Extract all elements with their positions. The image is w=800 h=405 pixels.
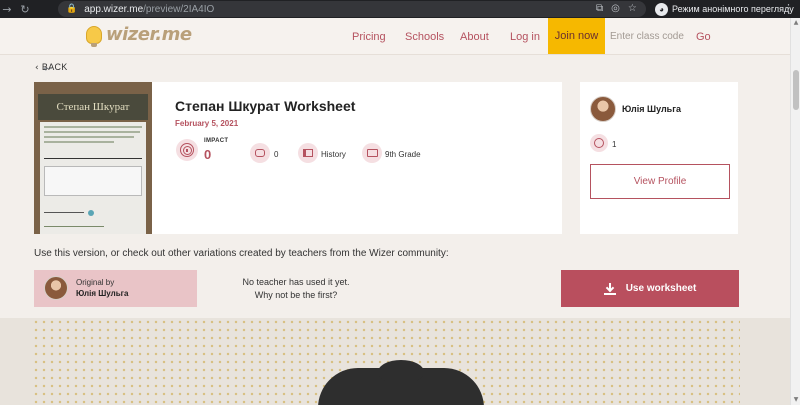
thumbnail-dot [88,210,94,216]
author-impact-value: 1 [612,140,617,149]
browser-toolbar: ← → ↻ 🔒 app.wizer.me /preview/2IA4IO ⧉ ◎… [0,0,800,75]
eye-off-icon[interactable]: ◎ [611,3,620,14]
nav-log-in[interactable]: Log in [510,31,540,43]
use-worksheet-button[interactable]: Use worksheet [561,270,739,307]
class-code-input[interactable] [606,23,694,49]
original-author-avatar [44,276,68,300]
join-now-button[interactable]: Join now [548,18,605,54]
address-bar[interactable]: 🔒 app.wizer.me /preview/2IA4IO [58,1,646,17]
url-host: app.wizer.me [84,3,144,15]
worksheet-thumbnail[interactable]: Степан Шкурат [34,82,152,234]
dotted-margin-right [740,318,790,405]
thumbnail-text-line [44,212,84,213]
thumbnail-paper [40,122,146,234]
reload-icon[interactable]: ↻ [18,3,32,16]
nav-schools[interactable]: Schools [405,31,444,43]
nav-pricing[interactable]: Pricing [352,31,386,43]
comment-icon [255,149,265,157]
download-icon [603,282,616,295]
thumbnail-heading-text: Степан Шкурат [56,101,130,113]
worksheet-date: February 5, 2021 [175,119,239,128]
original-author-name: Юлія Шульга [76,289,129,298]
thumbnail-heading: Степан Шкурат [38,94,148,120]
lock-icon: 🔒 [66,4,78,14]
browser-action-icons: ⧉ ◎ ☆ [596,3,637,14]
page-scrollbar[interactable]: ▲ ▼ [790,18,800,405]
fingerprint-icon [180,143,194,157]
incognito-label: Режим анонімного перегляду [672,4,794,14]
thumbnail-text-line [44,126,142,128]
back-label: BACK [41,62,68,72]
no-teacher-message: No teacher has used it yet. Why not be t… [242,277,350,300]
scroll-down-icon[interactable]: ▼ [792,396,800,404]
thumbnail-rule [44,158,142,159]
blackboard-icon [366,149,378,157]
comments-badge [250,143,270,163]
incognito-icon: ◕ [655,2,668,16]
translate-icon[interactable]: ⧉ [596,3,603,14]
author-impact-badge [590,134,608,152]
wizer-logo[interactable]: wizer.me [86,24,192,47]
chevron-left-icon: ‹ [35,63,39,73]
decorative-frame-shape [318,360,484,405]
thumbnail-text-line [44,226,104,227]
more-menu-icon[interactable]: ⋮ [783,2,794,15]
scroll-up-icon[interactable]: ▲ [792,19,800,27]
original-by-card[interactable]: Original by Юлія Шульга [34,270,197,307]
go-button[interactable]: Go [696,31,711,43]
fingerprint-icon [594,138,604,148]
scrollbar-thumb[interactable] [793,70,799,110]
author-card: Юлія Шульга 1 View Profile [580,82,738,234]
use-worksheet-label: Use worksheet [625,283,697,294]
grade-badge [362,143,382,163]
nav-about[interactable]: About [460,31,489,43]
url-path: /preview/2IA4IO [143,3,215,15]
subject-badge [298,143,318,163]
forward-arrow-icon[interactable]: → [0,3,14,16]
subject-label: History [321,150,346,159]
thumbnail-answer-box [44,166,142,196]
author-name[interactable]: Юлія Шульга [622,104,681,114]
impact-value: 0 [204,147,212,162]
comments-count: 0 [274,150,279,159]
star-icon[interactable]: ☆ [628,3,637,14]
decorative-dotted-section [0,318,790,405]
site-header: wizer.me Pricing Schools About Log in Jo… [0,18,790,55]
variations-intro: Use this version, or check out other var… [34,248,449,259]
original-by-label: Original by [76,278,115,287]
incognito-indicator[interactable]: ◕ Режим анонімного перегляду [655,1,794,17]
book-icon [303,149,313,157]
impact-badge [176,139,198,161]
worksheet-card: Степан Шкурат Степан Шкурат Worksheet Fe… [34,82,562,234]
thumbnail-text-line [44,141,114,143]
impact-label: IMPACT [204,138,229,144]
view-profile-button[interactable]: View Profile [590,164,730,199]
back-link[interactable]: ‹ BACK [35,62,68,73]
lightbulb-icon [86,25,102,47]
dotted-margin-left [0,318,32,405]
grade-label: 9th Grade [385,150,421,159]
worksheet-title: Степан Шкурат Worksheet [175,98,356,114]
thumbnail-text-line [44,136,134,138]
thumbnail-text-line [44,131,140,133]
author-avatar[interactable] [590,96,616,122]
logo-text: wizer.me [106,24,192,45]
